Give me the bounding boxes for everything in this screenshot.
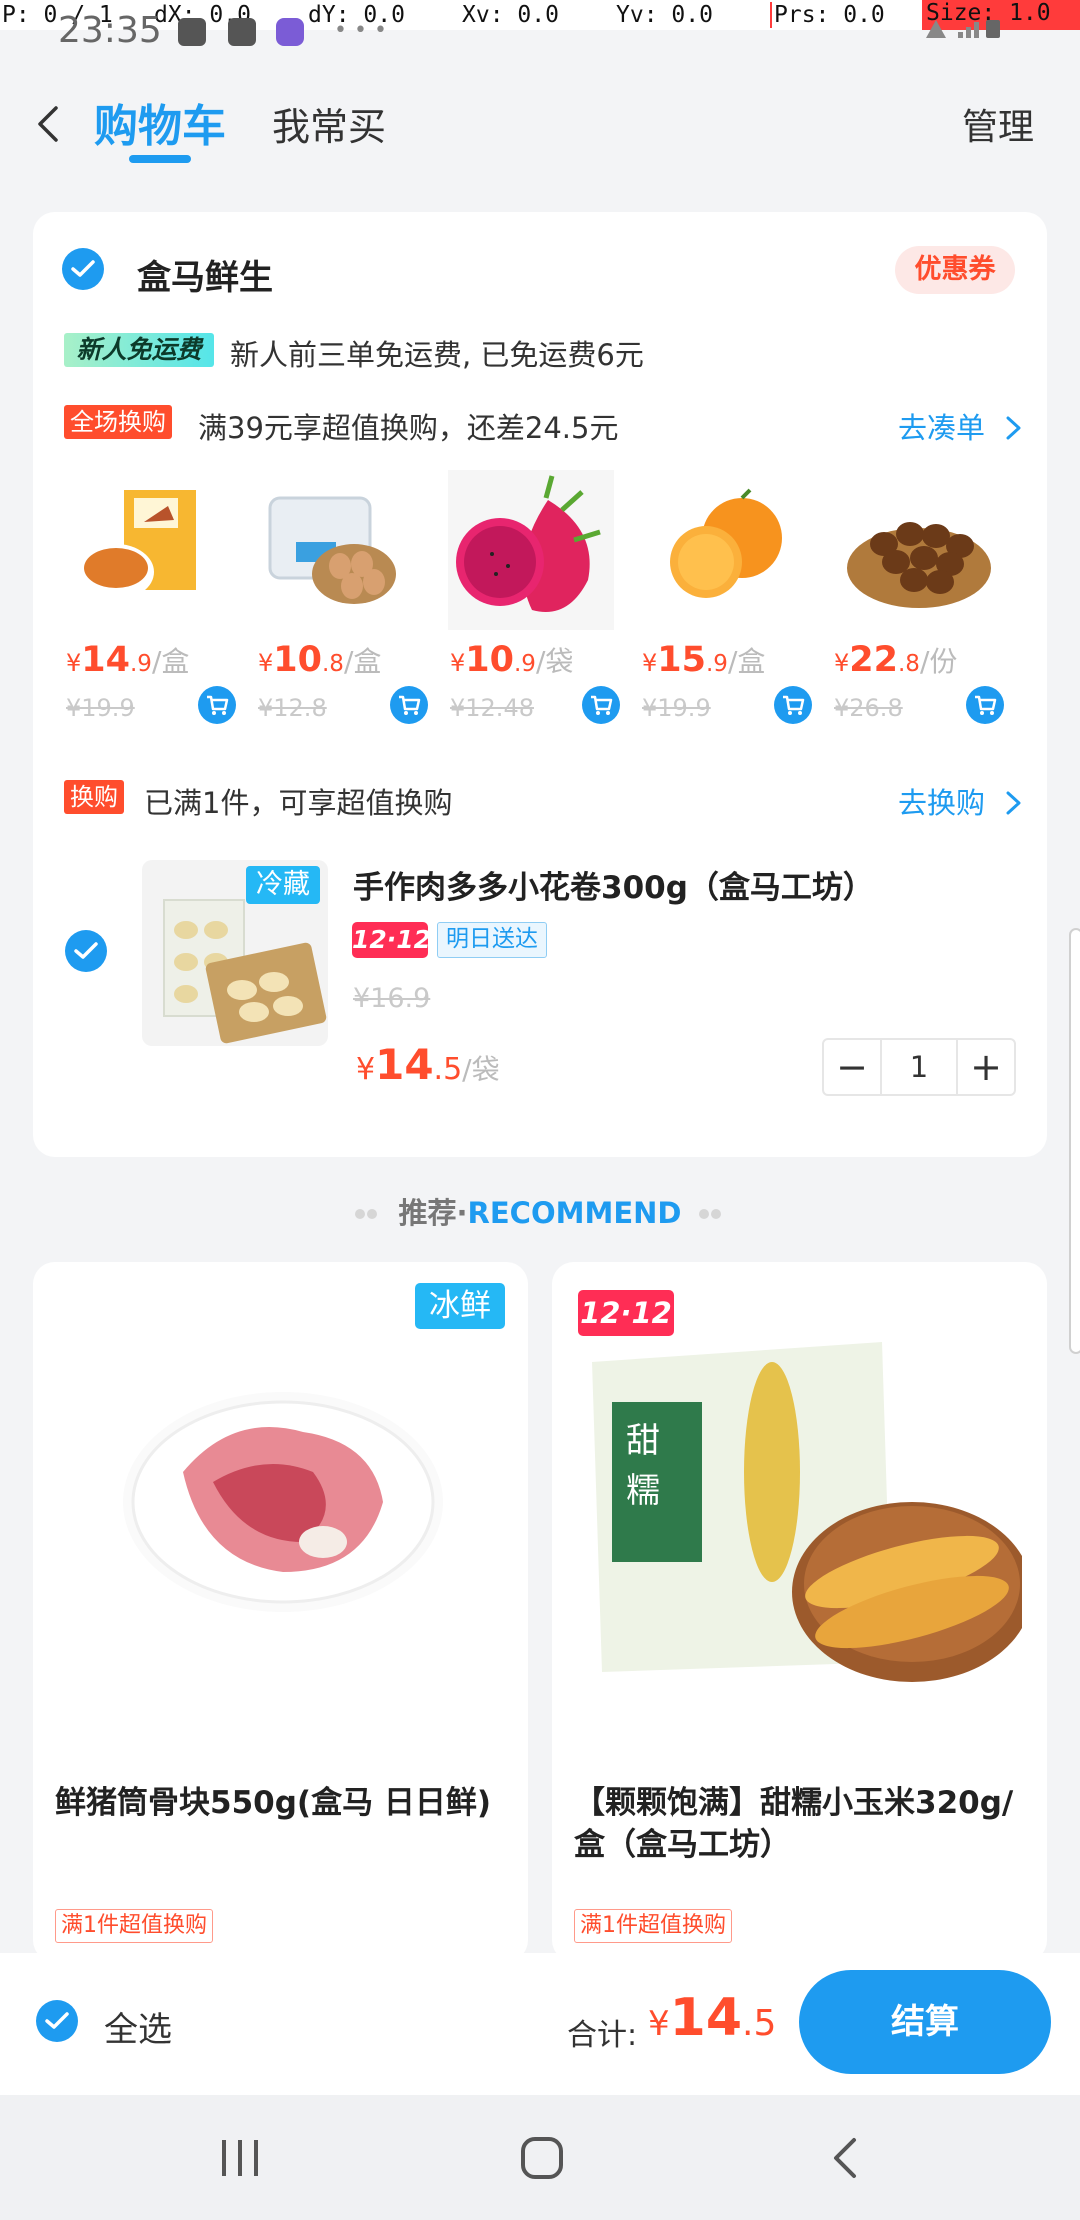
active-tab-indicator [129,155,191,163]
recommend-title: 【颗颗饱满】甜糯小玉米320g/盒（盒马工坊） [574,1785,1014,1863]
cart-item-old-price: ¥16.9 [353,983,431,1014]
product-image-sweet-corn: 甜糯 [592,1342,1022,1682]
add-to-cart-button[interactable] [774,686,812,724]
chilled-tag: 冷藏 [246,866,320,904]
recent-apps-icon[interactable] [220,2138,260,2182]
select-all-checkbox[interactable] [36,2000,78,2042]
cart-icon [975,695,997,715]
cart-item-name[interactable]: 手作肉多多小花卷300g（盒马工坊） [353,862,874,907]
swap-link[interactable]: 去换购 [898,780,1024,822]
signal-wifi-icon [922,14,1022,40]
product-old-price: ¥19.9 [66,694,135,722]
add-to-cart-button[interactable] [966,686,1004,724]
product-price: ¥14.9/盒 [66,640,190,680]
add-items-link[interactable]: 去凑单 [898,405,1024,447]
status-time: 23:35 [58,10,162,51]
more-notifications-icon: • • • [334,18,387,43]
product-old-price: ¥19.9 [642,694,711,722]
increase-quantity-button[interactable]: + [956,1040,1014,1094]
add-to-cart-button[interactable] [198,686,236,724]
add-to-cart-button[interactable] [582,686,620,724]
scroll-indicator[interactable] [1069,928,1080,1354]
item-select-checkbox[interactable] [65,930,107,972]
cart-icon [399,695,421,715]
notification-icon [228,18,256,46]
product-image-chestnuts[interactable] [844,482,994,612]
swap-text: 已满1件，可享超值换购 [144,786,453,820]
free-shipping-text: 新人前三单免运费, 已免运费6元 [230,338,644,372]
product-image-dragon-fruit[interactable] [448,470,614,630]
recommend-card[interactable]: 鲜猪筒骨块550g(盒马 日日鲜) 满1件超值换购 [33,1262,528,1962]
select-all-label[interactable]: 全选 [104,2002,172,2051]
product-image-corn-soup[interactable] [74,482,204,612]
swap-link-label: 去换购 [898,786,986,820]
svg-text:甜: 甜 [626,1421,660,1461]
add-items-label: 去凑单 [898,411,986,445]
chevron-right-icon [1006,791,1021,815]
total-label: 合计: [567,2018,638,2053]
store-select-checkbox[interactable] [62,248,104,290]
promo-text: 满39元享超值换购，还差24.5元 [198,411,619,445]
debug-xv: Xv: 0.0 [462,2,559,28]
quantity-stepper: − 1 + [822,1038,1016,1096]
product-image-eggs[interactable] [266,482,396,612]
app-icon [276,18,304,46]
cart-item-price: ¥14.5/袋 [356,1040,500,1089]
product-old-price: ¥12.8 [258,694,327,722]
free-shipping-badge: 新人免运费 [64,333,214,367]
svg-text:糯: 糯 [626,1471,660,1511]
product-price: ¥10.8/盒 [258,640,382,680]
notification-icon [178,18,206,46]
recommend-card[interactable]: 12·12 甜糯 【颗颗饱满】甜糯小玉米320g/盒（盒马工坊） 满1件超值换购 [552,1262,1047,1962]
cart-icon [207,695,229,715]
product-price: ¥15.9/盒 [642,640,766,680]
product-old-price: ¥26.8 [834,694,903,722]
next-day-delivery-tag: 明日送达 [437,922,547,958]
quantity-value[interactable]: 1 [882,1040,956,1094]
product-old-price: ¥12.48 [450,694,534,722]
checkout-button[interactable]: 结算 [799,1970,1051,2074]
debug-prs: Prs: 0.0 [770,2,885,28]
decrease-quantity-button[interactable]: − [824,1040,882,1094]
product-price: ¥10.9/袋 [450,640,574,680]
promo-tag: 全场换购 [64,405,172,439]
double-12-tag: 12·12 [352,922,431,958]
chilled-fresh-tag: 冰鲜 [415,1283,505,1329]
coupon-button[interactable]: 优惠券 [895,246,1015,294]
back-icon[interactable] [36,104,60,144]
tab-frequently-bought[interactable]: 我常买 [272,96,386,151]
recommend-heading: 推荐·RECOMMEND [398,1196,682,1230]
recommend-title: 鲜猪筒骨块550g(盒马 日日鲜) [55,1785,492,1821]
cart-icon [591,695,613,715]
cart-icon [783,695,805,715]
debug-yv: Yv: 0.0 [616,2,713,28]
home-icon[interactable] [520,2136,564,2184]
product-image-pork-bone [123,1392,443,1612]
add-to-cart-button[interactable] [390,686,428,724]
decor-dots-right [698,1205,726,1219]
debug-overlay-bar: P: 0 / 1 dX: 0.0 dY: 0.0 Xv: 0.0 Yv: 0.0… [0,0,1080,30]
store-name: 盒马鲜生 [137,258,273,298]
product-image-orange[interactable] [660,482,790,612]
tab-shopping-cart[interactable]: 购物车 [94,90,226,154]
chevron-right-icon [1006,416,1021,440]
back-nav-icon[interactable] [830,2136,860,2184]
swap-tag: 换购 [64,780,124,814]
recommend-tag: 满1件超值换购 [574,1909,732,1943]
product-price: ¥22.8/份 [834,640,958,680]
total-price: ¥14.5 [648,1988,777,2048]
recommend-tag: 满1件超值换购 [55,1909,213,1943]
manage-button[interactable]: 管理 [962,98,1034,150]
